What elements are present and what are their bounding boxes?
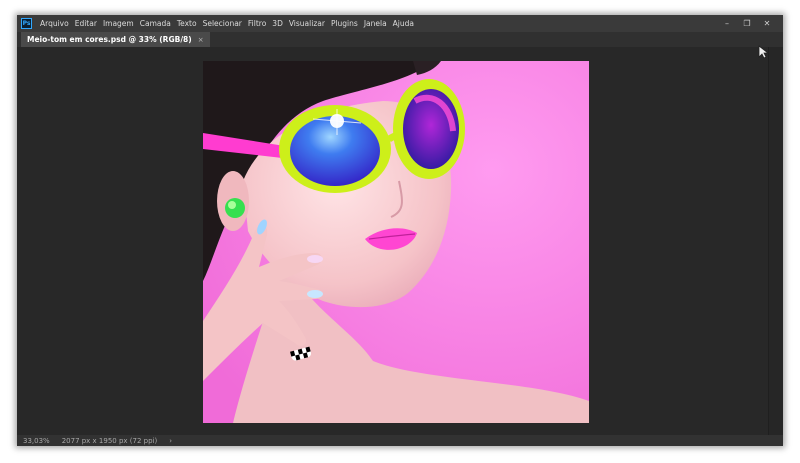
menu-texto[interactable]: Texto	[174, 15, 200, 32]
photoshop-window: Ps Arquivo Editar Imagem Camada Texto Se…	[17, 15, 783, 446]
menu-editar[interactable]: Editar	[72, 15, 100, 32]
menu-imagem[interactable]: Imagem	[100, 15, 137, 32]
menu-bar: Ps Arquivo Editar Imagem Camada Texto Se…	[17, 15, 783, 32]
restore-icon[interactable]: ❐	[737, 15, 757, 32]
menu-camada[interactable]: Camada	[137, 15, 174, 32]
cursor-icon	[758, 45, 770, 59]
vertical-scrollbar[interactable]	[768, 47, 783, 435]
document-image[interactable]	[203, 61, 589, 423]
window-controls: – ❐ ✕	[717, 15, 777, 32]
menu-arquivo[interactable]: Arquivo	[37, 15, 72, 32]
menu-filtro[interactable]: Filtro	[245, 15, 269, 32]
zoom-level[interactable]: 33,03%	[23, 437, 50, 445]
document-dimensions: 2077 px x 1950 px (72 ppi)	[61, 436, 158, 445]
close-icon[interactable]: ✕	[757, 15, 777, 32]
green-earring	[225, 198, 245, 218]
document-tab-bar: Meio-tom em cores.psd @ 33% (RGB/8) ×	[17, 32, 783, 47]
chevron-right-icon[interactable]: ›	[169, 437, 172, 445]
menu-items: Arquivo Editar Imagem Camada Texto Selec…	[37, 15, 417, 32]
nail	[307, 290, 323, 298]
status-bar: 33,03% 2077 px x 1950 px (72 ppi) ›	[17, 435, 783, 446]
photoshop-logo-icon[interactable]: Ps	[21, 18, 32, 29]
tab-close-icon[interactable]: ×	[198, 36, 204, 44]
minimize-icon[interactable]: –	[717, 15, 737, 32]
portrait-illustration	[203, 61, 589, 423]
menu-selecionar[interactable]: Selecionar	[200, 15, 245, 32]
menu-3d[interactable]: 3D	[269, 15, 286, 32]
document-tab[interactable]: Meio-tom em cores.psd @ 33% (RGB/8) ×	[21, 32, 210, 47]
menu-visualizar[interactable]: Visualizar	[286, 15, 328, 32]
menu-janela[interactable]: Janela	[361, 15, 390, 32]
menu-plugins[interactable]: Plugins	[328, 15, 361, 32]
document-tab-title: Meio-tom em cores.psd @ 33% (RGB/8)	[27, 35, 192, 44]
menu-ajuda[interactable]: Ajuda	[390, 15, 417, 32]
nail	[307, 255, 323, 263]
